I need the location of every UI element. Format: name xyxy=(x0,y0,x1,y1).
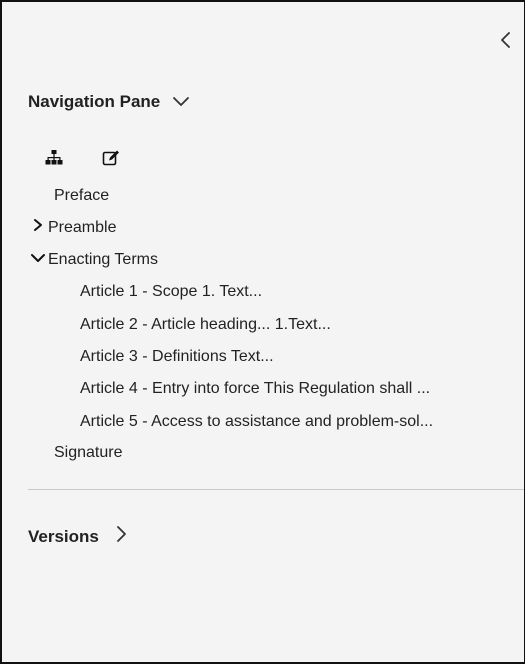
collapse-panel-button[interactable] xyxy=(496,28,516,52)
tree-item-label: Preamble xyxy=(48,219,117,237)
tree-structure-icon[interactable] xyxy=(45,149,63,167)
navigation-pane-title: Navigation Pane xyxy=(28,92,161,111)
tree-item-article-5[interactable]: Article 5 - Access to assistance and pro… xyxy=(80,412,433,432)
chevron-down-icon[interactable] xyxy=(30,250,46,270)
navigation-pane-header[interactable]: Navigation Pane xyxy=(28,92,190,112)
tree-item-article-4[interactable]: Article 4 - Entry into force This Regula… xyxy=(80,379,430,399)
nav-toolbar xyxy=(45,149,120,167)
tree-item-signature[interactable]: Signature xyxy=(54,443,123,463)
tree-item-article-1[interactable]: Article 1 - Scope 1. Text... xyxy=(80,282,262,302)
tree-item-article-2[interactable]: Article 2 - Article heading... 1.Text... xyxy=(80,315,331,335)
chevron-left-icon xyxy=(501,32,510,48)
tree-item-label: Enacting Terms xyxy=(48,251,158,269)
chevron-right-icon xyxy=(115,525,127,548)
chevron-down-icon xyxy=(172,92,190,112)
tree-item-article-3[interactable]: Article 3 - Definitions Text... xyxy=(80,347,274,367)
navigation-panel: Navigation Pane Preface Preamble Enactin… xyxy=(0,0,525,664)
edit-icon[interactable] xyxy=(102,149,120,167)
tree-item-preamble[interactable]: Preamble xyxy=(32,218,116,238)
section-divider xyxy=(28,489,524,490)
chevron-right-icon[interactable] xyxy=(32,218,44,238)
versions-header[interactable]: Versions xyxy=(28,525,127,548)
tree-item-preface[interactable]: Preface xyxy=(54,186,109,206)
versions-title: Versions xyxy=(28,526,99,546)
tree-item-enacting-terms[interactable]: Enacting Terms xyxy=(30,250,158,270)
